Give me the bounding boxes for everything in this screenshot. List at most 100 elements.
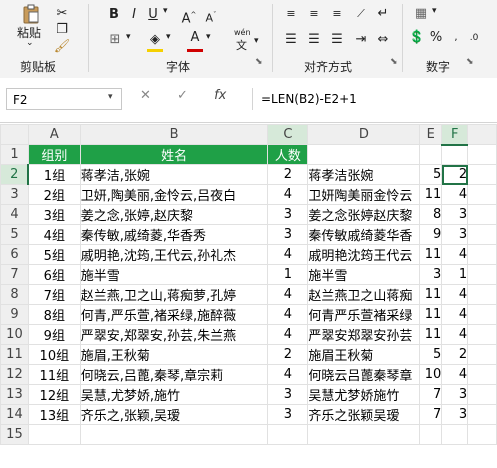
cell-joined-names[interactable]: 秦传敏戚绮菱华香 <box>307 224 421 245</box>
row-header[interactable]: 14 <box>0 404 29 425</box>
cell[interactable] <box>467 144 497 165</box>
cell[interactable] <box>467 364 497 385</box>
borders-dropdown-icon[interactable]: ▾ <box>126 32 131 42</box>
cell[interactable] <box>467 324 497 345</box>
cell-count[interactable]: 2 <box>267 164 309 185</box>
cell[interactable] <box>467 304 497 325</box>
cell-result[interactable]: 4 <box>441 304 469 325</box>
cell-length[interactable]: 11 <box>419 244 443 265</box>
cell-result[interactable]: 3 <box>441 204 469 225</box>
column-header[interactable]: B <box>79 124 269 145</box>
column-header[interactable]: C <box>267 124 309 145</box>
cell[interactable] <box>467 344 497 365</box>
cell[interactable] <box>307 424 421 445</box>
cell-joined-names[interactable]: 姜之念张婷赵庆黎 <box>307 204 421 225</box>
cell-group[interactable]: 8组 <box>27 304 81 325</box>
cell-group[interactable]: 3组 <box>27 204 81 225</box>
cell[interactable] <box>419 424 443 445</box>
row-header[interactable]: 15 <box>0 424 29 445</box>
cell-joined-names[interactable]: 何青严乐萱褚采绿 <box>307 304 421 325</box>
cell-names[interactable]: 赵兰燕,卫之山,蒋痴萝,孔婷 <box>79 284 269 305</box>
row-header[interactable]: 12 <box>0 364 29 385</box>
row-header[interactable]: 8 <box>0 284 29 305</box>
cell-length[interactable]: 11 <box>419 184 443 205</box>
format-painter-icon[interactable]: 🖌 <box>52 37 72 57</box>
cell-length[interactable]: 5 <box>419 344 443 365</box>
cell-joined-names[interactable]: 戚明艳沈筠王代云 <box>307 244 421 265</box>
cell-joined-names[interactable]: 蒋孝洁张婉 <box>307 164 421 185</box>
row-header[interactable]: 11 <box>0 344 29 365</box>
cell-count[interactable]: 3 <box>267 224 309 245</box>
cell-length[interactable]: 11 <box>419 284 443 305</box>
paste-dropdown-icon[interactable]: ⌄ <box>26 38 34 48</box>
cell-group[interactable]: 11组 <box>27 364 81 385</box>
cell-names[interactable]: 姜之念,张婷,赵庆黎 <box>79 204 269 225</box>
row-header[interactable]: 4 <box>0 204 29 225</box>
cell[interactable] <box>467 184 497 205</box>
cell[interactable] <box>79 424 269 445</box>
cell-length[interactable]: 8 <box>419 204 443 225</box>
cell[interactable] <box>467 204 497 225</box>
align-left-icon[interactable]: ☰ <box>282 30 300 50</box>
cell-names[interactable]: 严翠安,郑翠安,孙芸,朱兰燕 <box>79 324 269 345</box>
paste-icon[interactable] <box>20 4 42 24</box>
cell-group[interactable]: 10组 <box>27 344 81 365</box>
cell-group[interactable]: 12组 <box>27 384 81 405</box>
enter-icon[interactable]: ✓ <box>177 88 188 103</box>
borders-icon[interactable]: ⊞ <box>106 30 124 50</box>
comma-style-icon[interactable]: , <box>448 28 464 48</box>
cell-result[interactable]: 4 <box>441 364 469 385</box>
cell-group[interactable]: 1组 <box>27 164 81 185</box>
cell-names[interactable]: 卫妍,陶美丽,金怜云,吕夜白 <box>79 184 269 205</box>
cell-length[interactable]: 7 <box>419 384 443 405</box>
cell-length[interactable]: 9 <box>419 224 443 245</box>
cell-joined-names[interactable]: 施眉王秋菊 <box>307 344 421 365</box>
cell-group[interactable]: 2组 <box>27 184 81 205</box>
align-center-icon[interactable]: ☰ <box>305 30 323 50</box>
cell-group[interactable]: 9组 <box>27 324 81 345</box>
header-cell-name[interactable]: 姓名 <box>79 144 269 165</box>
cell-names[interactable]: 齐乐之,张颖,吴瑷 <box>79 404 269 425</box>
cell-count[interactable]: 2 <box>267 344 309 365</box>
column-header[interactable]: A <box>27 124 81 145</box>
increase-font-icon[interactable]: A^ <box>180 5 198 29</box>
cell-joined-names[interactable]: 吴慧尤梦娇施竹 <box>307 384 421 405</box>
cell-result[interactable]: 4 <box>441 284 469 305</box>
cell[interactable] <box>467 284 497 305</box>
cell-length[interactable]: 5 <box>419 164 443 185</box>
name-box[interactable]: F2 <box>6 88 122 110</box>
merge-center-icon[interactable]: ⇔ <box>374 30 392 50</box>
cell-count[interactable]: 3 <box>267 404 309 425</box>
cell-length[interactable]: 11 <box>419 324 443 345</box>
row-header[interactable]: 3 <box>0 184 29 205</box>
cell-names[interactable]: 蒋孝洁,张婉 <box>79 164 269 185</box>
cell-group[interactable]: 6组 <box>27 264 81 285</box>
cell-result[interactable]: 4 <box>441 324 469 345</box>
cell-result[interactable]: 3 <box>441 224 469 245</box>
align-right-icon[interactable]: ☰ <box>328 30 346 50</box>
cell[interactable] <box>441 144 469 165</box>
underline-dropdown-icon[interactable]: ▾ <box>163 6 168 16</box>
select-all-corner[interactable] <box>0 124 29 145</box>
italic-button[interactable]: I <box>126 5 142 25</box>
number-format-dropdown-icon[interactable]: ▾ <box>432 6 437 16</box>
cell[interactable] <box>467 164 497 185</box>
cell-result[interactable]: 4 <box>441 244 469 265</box>
cell-length[interactable]: 3 <box>419 264 443 285</box>
orientation-icon[interactable]: ⟋ <box>352 4 370 24</box>
align-middle-icon[interactable]: ≡ <box>305 4 323 24</box>
cell[interactable] <box>419 144 443 165</box>
cell[interactable] <box>441 424 469 445</box>
cell[interactable] <box>467 384 497 405</box>
align-top-icon[interactable]: ≡ <box>282 4 300 24</box>
cell-result[interactable]: 2 <box>441 344 469 365</box>
number-dialog-launcher-icon[interactable]: ⬊ <box>466 57 474 67</box>
percent-button[interactable]: % <box>428 28 444 48</box>
cell-names[interactable]: 施眉,王秋菊 <box>79 344 269 365</box>
cell-count[interactable]: 3 <box>267 384 309 405</box>
cell-result[interactable]: 4 <box>441 184 469 205</box>
font-color-button[interactable]: A <box>186 28 204 48</box>
cell-result[interactable]: 2 <box>441 164 469 185</box>
cell[interactable] <box>267 424 309 445</box>
cell-count[interactable]: 4 <box>267 244 309 265</box>
